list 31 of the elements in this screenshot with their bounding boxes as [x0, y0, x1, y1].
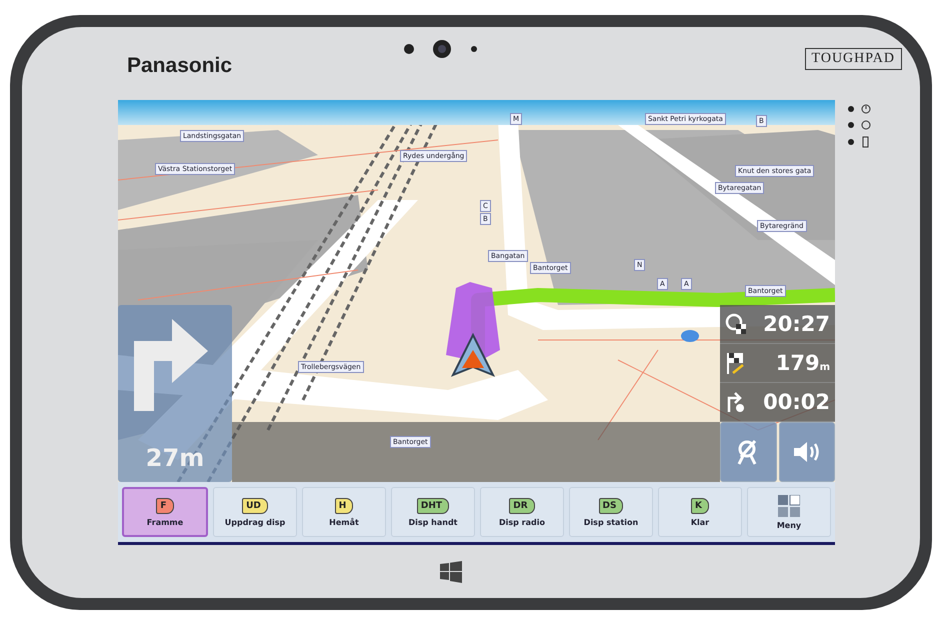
- position-arrow-icon: [450, 332, 496, 377]
- arrival-time: 20:27: [763, 312, 830, 336]
- sound-button[interactable]: [778, 422, 835, 482]
- status-button[interactable]: H Hemåt: [302, 487, 386, 537]
- checkered-flag-clock-icon: [725, 313, 747, 335]
- status-button[interactable]: DR Disp radio: [480, 487, 564, 537]
- status-tag: UD: [242, 498, 268, 514]
- model-logo: TOUGHPAD: [804, 48, 902, 70]
- brand-logo: Panasonic: [127, 54, 232, 78]
- windows-logo-icon: [440, 560, 462, 582]
- status-tag: F: [156, 498, 174, 514]
- zoom-button[interactable]: [720, 422, 776, 482]
- status-button[interactable]: F Framme: [122, 487, 208, 537]
- status-button[interactable]: K Klar: [658, 487, 742, 537]
- storage-led-icon: [847, 120, 873, 130]
- menu-grid-icon: [778, 494, 800, 516]
- turn-timer-icon: [725, 390, 747, 414]
- remaining-distance: 179: [776, 351, 820, 375]
- power-led-icon: [847, 104, 873, 114]
- status-tag: K: [691, 498, 709, 514]
- status-button[interactable]: Meny: [747, 487, 831, 537]
- status-tag: DHT: [416, 498, 450, 514]
- turn-distance: 27m: [146, 444, 204, 472]
- status-button[interactable]: UD Uppdrag disp: [213, 487, 297, 537]
- status-button[interactable]: DHT Disp handt: [391, 487, 475, 537]
- remaining-time: 00:02: [763, 390, 830, 414]
- status-tag: DR: [509, 498, 535, 514]
- distance-unit: m: [820, 362, 830, 373]
- status-tag: H: [334, 498, 354, 514]
- status-tag: DS: [598, 498, 624, 514]
- status-button[interactable]: DS Disp station: [569, 487, 653, 537]
